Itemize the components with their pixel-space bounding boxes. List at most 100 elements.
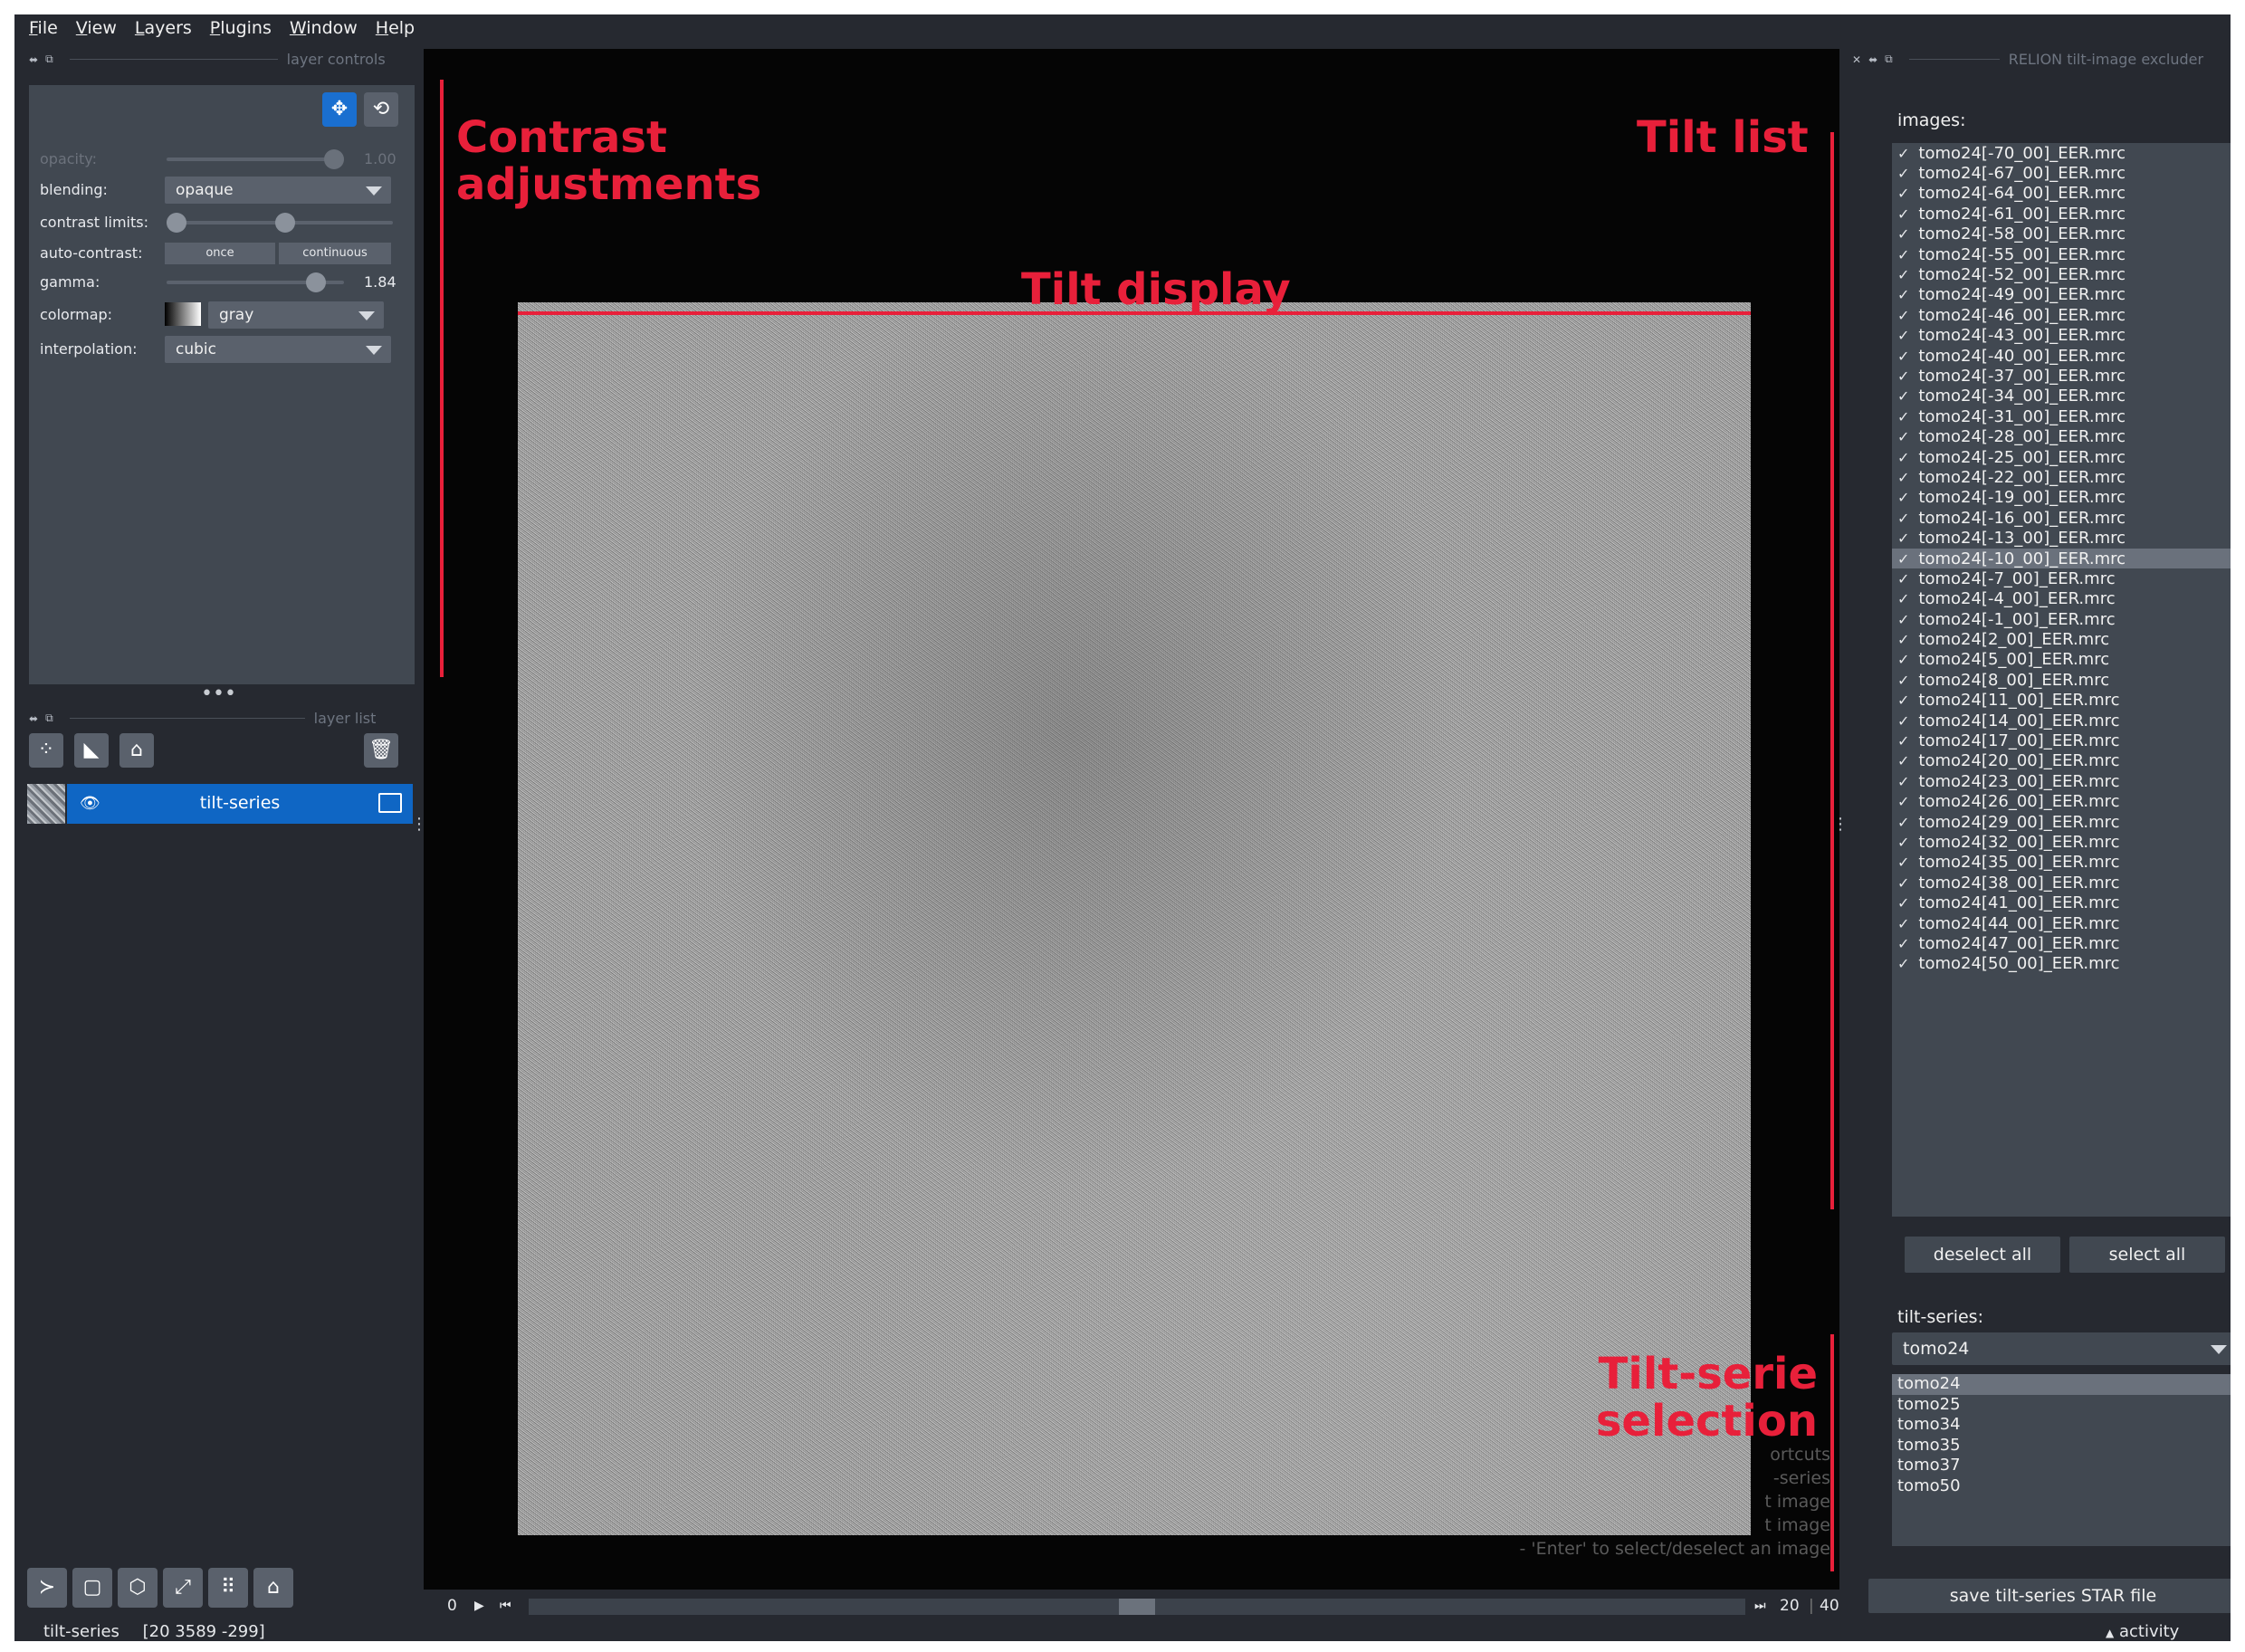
- checkbox-icon[interactable]: ✓: [1897, 428, 1909, 445]
- pan-zoom-button[interactable]: ✥: [322, 92, 357, 127]
- image-list-item[interactable]: ✓ tomo24[2_00]_EER.mrc: [1892, 629, 2231, 649]
- checkbox-icon[interactable]: ✓: [1897, 266, 1909, 283]
- checkbox-icon[interactable]: ✓: [1897, 286, 1909, 303]
- image-list-item[interactable]: ✓ tomo24[35_00]_EER.mrc: [1892, 853, 2231, 873]
- checkbox-icon[interactable]: ✓: [1897, 246, 1909, 263]
- contrast-max-handle[interactable]: [275, 213, 295, 233]
- image-list-item[interactable]: ✓ tomo24[-13_00]_EER.mrc: [1892, 528, 2231, 548]
- new-points-layer-button[interactable]: ⁘: [29, 733, 63, 768]
- checkbox-icon[interactable]: ✓: [1897, 205, 1909, 223]
- image-list-item[interactable]: ✓ tomo24[-37_00]_EER.mrc: [1892, 366, 2231, 386]
- image-list-item[interactable]: ✓ tomo24[-4_00]_EER.mrc: [1892, 589, 2231, 609]
- image-list-item[interactable]: ✓ tomo24[8_00]_EER.mrc: [1892, 670, 2231, 690]
- checkbox-icon[interactable]: ✓: [1897, 145, 1909, 162]
- checkbox-icon[interactable]: ✓: [1897, 550, 1909, 568]
- ndisplay-button[interactable]: ▢: [72, 1568, 112, 1608]
- checkbox-icon[interactable]: ✓: [1897, 712, 1909, 730]
- image-list-item[interactable]: ✓ tomo24[-7_00]_EER.mrc: [1892, 568, 2231, 588]
- checkbox-icon[interactable]: ✓: [1897, 631, 1909, 648]
- menu-plugins[interactable]: Plugins: [210, 18, 272, 38]
- checkbox-icon[interactable]: ✓: [1897, 408, 1909, 425]
- checkbox-icon[interactable]: ✓: [1897, 915, 1909, 932]
- image-list-item[interactable]: ✓ tomo24[38_00]_EER.mrc: [1892, 873, 2231, 893]
- image-list-item[interactable]: ✓ tomo24[50_00]_EER.mrc: [1892, 954, 2231, 974]
- tilt-series-list-item[interactable]: tomo37: [1892, 1456, 2231, 1476]
- image-list-item[interactable]: ✓ tomo24[26_00]_EER.mrc: [1892, 792, 2231, 812]
- splitter-handle[interactable]: •••: [201, 683, 236, 705]
- image-list-item[interactable]: ✓ tomo24[-55_00]_EER.mrc: [1892, 244, 2231, 264]
- checkbox-icon[interactable]: ✓: [1897, 752, 1909, 769]
- image-list-item[interactable]: ✓ tomo24[11_00]_EER.mrc: [1892, 691, 2231, 711]
- image-list-item[interactable]: ✓ tomo24[-31_00]_EER.mrc: [1892, 406, 2231, 426]
- checkbox-icon[interactable]: ✓: [1897, 672, 1909, 689]
- opacity-slider-handle[interactable]: [324, 149, 344, 169]
- image-list-item[interactable]: ✓ tomo24[20_00]_EER.mrc: [1892, 751, 2231, 771]
- image-list-item[interactable]: ✓ tomo24[32_00]_EER.mrc: [1892, 832, 2231, 852]
- image-list-item[interactable]: ✓ tomo24[41_00]_EER.mrc: [1892, 893, 2231, 912]
- tilt-series-list-item[interactable]: tomo24: [1892, 1374, 2231, 1395]
- roll-button[interactable]: ⬡: [118, 1568, 158, 1608]
- blending-dropdown[interactable]: opaque: [165, 177, 391, 204]
- image-list-item[interactable]: ✓ tomo24[44_00]_EER.mrc: [1892, 913, 2231, 933]
- checkbox-icon[interactable]: ✓: [1897, 185, 1909, 202]
- activity-toggle[interactable]: ▲ activity: [2106, 1622, 2179, 1641]
- dims-slider[interactable]: [529, 1599, 1745, 1615]
- checkbox-icon[interactable]: ✓: [1897, 327, 1909, 344]
- float-icon[interactable]: ⬌: [29, 53, 38, 66]
- deselect-all-button[interactable]: deselect all: [1905, 1237, 2060, 1273]
- image-list-item[interactable]: ✓ tomo24[-28_00]_EER.mrc: [1892, 426, 2231, 446]
- image-list-item[interactable]: ✓ tomo24[-25_00]_EER.mrc: [1892, 447, 2231, 467]
- checkbox-icon[interactable]: ✓: [1897, 165, 1909, 182]
- image-list-item[interactable]: ✓ tomo24[-58_00]_EER.mrc: [1892, 224, 2231, 244]
- image-list-item[interactable]: ✓ tomo24[23_00]_EER.mrc: [1892, 771, 2231, 791]
- dims-current-label[interactable]: 20: [1780, 1597, 1800, 1615]
- image-list-item[interactable]: ✓ tomo24[-16_00]_EER.mrc: [1892, 508, 2231, 528]
- tilt-image[interactable]: [518, 302, 1751, 1535]
- tilt-series-list[interactable]: tomo24 tomo25 tomo34 tomo35 tomo37 tomo50: [1892, 1374, 2231, 1546]
- layer-name[interactable]: tilt-series: [67, 793, 413, 813]
- new-shapes-layer-button[interactable]: ◣: [74, 733, 109, 768]
- image-list-item[interactable]: ✓ tomo24[-34_00]_EER.mrc: [1892, 387, 2231, 406]
- image-list-item[interactable]: ✓ tomo24[-67_00]_EER.mrc: [1892, 163, 2231, 183]
- checkbox-icon[interactable]: ✓: [1897, 732, 1909, 750]
- transform-button[interactable]: ⟲: [364, 92, 398, 127]
- colormap-dropdown[interactable]: gray: [208, 301, 384, 329]
- checkbox-icon[interactable]: ✓: [1897, 611, 1909, 628]
- menu-view[interactable]: View: [76, 18, 117, 38]
- checkbox-icon[interactable]: ✓: [1897, 773, 1909, 790]
- checkbox-icon[interactable]: ✓: [1897, 590, 1909, 607]
- tilt-series-list-item[interactable]: tomo25: [1892, 1395, 2231, 1416]
- tilt-series-list-item[interactable]: tomo34: [1892, 1415, 2231, 1436]
- float-icon[interactable]: ⬌: [29, 712, 38, 725]
- checkbox-icon[interactable]: ✓: [1897, 489, 1909, 506]
- image-list-item[interactable]: ✓ tomo24[29_00]_EER.mrc: [1892, 812, 2231, 832]
- auto-contrast-once-button[interactable]: once: [165, 243, 275, 264]
- auto-contrast-continuous-button[interactable]: continuous: [279, 243, 391, 264]
- skip-back-icon[interactable]: ⏮: [500, 1599, 511, 1613]
- menu-help[interactable]: Help: [376, 18, 415, 38]
- checkbox-icon[interactable]: ✓: [1897, 510, 1909, 527]
- checkbox-icon[interactable]: ✓: [1897, 651, 1909, 668]
- images-list[interactable]: ✓ tomo24[-70_00]_EER.mrc ✓ tomo24[-67_00]_E…: [1892, 143, 2231, 1217]
- save-star-button[interactable]: save tilt-series STAR file: [1868, 1579, 2231, 1613]
- console-button[interactable]: ≻: [27, 1568, 67, 1608]
- checkbox-icon[interactable]: ✓: [1897, 570, 1909, 587]
- checkbox-icon[interactable]: ✓: [1897, 874, 1909, 892]
- image-list-item[interactable]: ✓ tomo24[-43_00]_EER.mrc: [1892, 326, 2231, 346]
- undock-icon[interactable]: ⧉: [45, 711, 53, 725]
- image-list-item[interactable]: ✓ tomo24[-40_00]_EER.mrc: [1892, 346, 2231, 366]
- menu-file[interactable]: File: [29, 18, 58, 38]
- contrast-min-handle[interactable]: [167, 213, 186, 233]
- interpolation-dropdown[interactable]: cubic: [165, 336, 391, 363]
- select-all-button[interactable]: select all: [2069, 1237, 2225, 1273]
- checkbox-icon[interactable]: ✓: [1897, 449, 1909, 466]
- image-list-item[interactable]: ✓ tomo24[-64_00]_EER.mrc: [1892, 184, 2231, 204]
- home-button[interactable]: ⌂: [253, 1568, 293, 1608]
- checkbox-icon[interactable]: ✓: [1897, 834, 1909, 851]
- layer-row[interactable]: 👁 tilt-series: [27, 784, 413, 824]
- image-list-item[interactable]: ✓ tomo24[17_00]_EER.mrc: [1892, 731, 2231, 750]
- image-list-item[interactable]: ✓ tomo24[5_00]_EER.mrc: [1892, 650, 2231, 670]
- image-list-item[interactable]: ✓ tomo24[-10_00]_EER.mrc: [1892, 548, 2231, 569]
- checkbox-icon[interactable]: ✓: [1897, 814, 1909, 831]
- grid-button[interactable]: ⠿: [208, 1568, 248, 1608]
